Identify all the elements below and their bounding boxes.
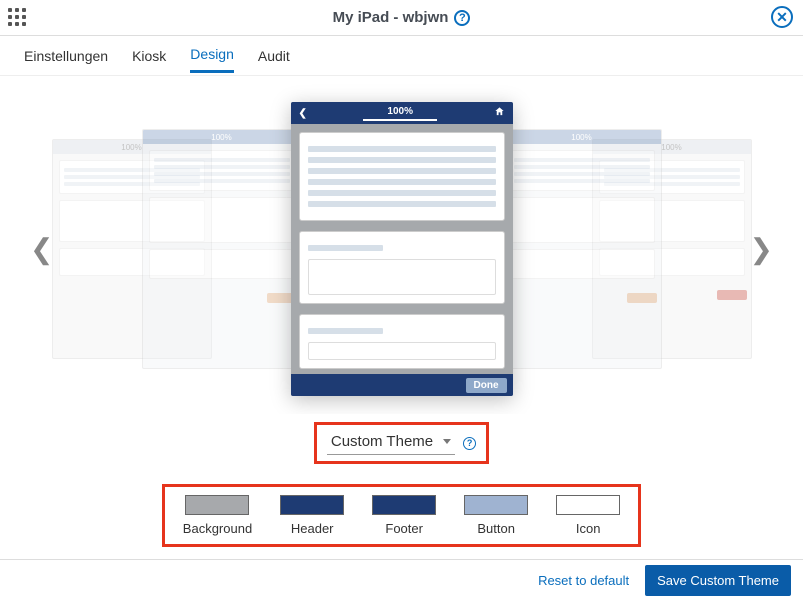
title-text: My iPad - wbjwn: [333, 9, 449, 26]
tab-audit[interactable]: Audit: [258, 48, 290, 72]
swatch-label: Background: [183, 521, 252, 536]
theme-dropdown[interactable]: Custom Theme: [327, 431, 455, 455]
chevron-down-icon: [443, 439, 451, 444]
swatch-background: Background: [183, 495, 252, 536]
save-button[interactable]: Save Custom Theme: [645, 565, 791, 596]
close-icon[interactable]: ✕: [771, 6, 793, 28]
preview-panel: [299, 314, 505, 369]
preview-progress: 100%: [363, 106, 437, 121]
theme-select-highlight: Custom Theme ?: [314, 422, 489, 464]
home-icon: [494, 106, 505, 120]
preview-panel: [299, 132, 505, 221]
preview-header: ❮ 100%: [291, 102, 513, 124]
theme-carousel: ❮ ❯ 100% 100% 100%: [0, 84, 803, 414]
preview-body: [291, 124, 513, 387]
swatch-row: Background Header Footer Button Icon: [0, 484, 803, 547]
help-icon[interactable]: ?: [463, 437, 476, 450]
preview-ghost: 100%: [142, 129, 302, 369]
swatch-color[interactable]: [185, 495, 249, 515]
footer: Reset to default Save Custom Theme: [0, 559, 803, 601]
carousel-stage: 100% 100% 100%: [82, 94, 722, 404]
tabs: Einstellungen Kiosk Design Audit: [0, 36, 803, 76]
preview-footer: Done: [291, 374, 513, 396]
back-icon: ❮: [299, 108, 307, 119]
swatch-button: Button: [464, 495, 528, 536]
tab-settings[interactable]: Einstellungen: [24, 48, 108, 72]
swatch-color[interactable]: [372, 495, 436, 515]
preview-ghost: 100%: [502, 129, 662, 369]
swatch-label: Header: [291, 521, 334, 536]
swatch-label: Button: [477, 521, 515, 536]
swatch-color[interactable]: [556, 495, 620, 515]
tab-kiosk[interactable]: Kiosk: [132, 48, 166, 72]
tab-design[interactable]: Design: [190, 46, 234, 73]
reset-link[interactable]: Reset to default: [538, 573, 629, 588]
theme-preview[interactable]: ❮ 100%: [291, 102, 513, 396]
page-title: My iPad - wbjwn ?: [333, 9, 471, 26]
preview-panel: [299, 231, 505, 304]
swatch-header: Header: [280, 495, 344, 536]
theme-select-row: Custom Theme ?: [0, 422, 803, 464]
theme-dropdown-value: Custom Theme: [331, 433, 433, 450]
swatch-icon: Icon: [556, 495, 620, 536]
help-icon[interactable]: ?: [454, 10, 470, 26]
preview-done-button: Done: [466, 378, 507, 393]
swatch-color[interactable]: [280, 495, 344, 515]
swatch-footer: Footer: [372, 495, 436, 536]
swatch-label: Footer: [385, 521, 423, 536]
apps-icon[interactable]: [8, 8, 26, 26]
swatch-color[interactable]: [464, 495, 528, 515]
window-header: My iPad - wbjwn ? ✕: [0, 0, 803, 36]
swatch-label: Icon: [576, 521, 601, 536]
swatch-highlight: Background Header Footer Button Icon: [162, 484, 641, 547]
